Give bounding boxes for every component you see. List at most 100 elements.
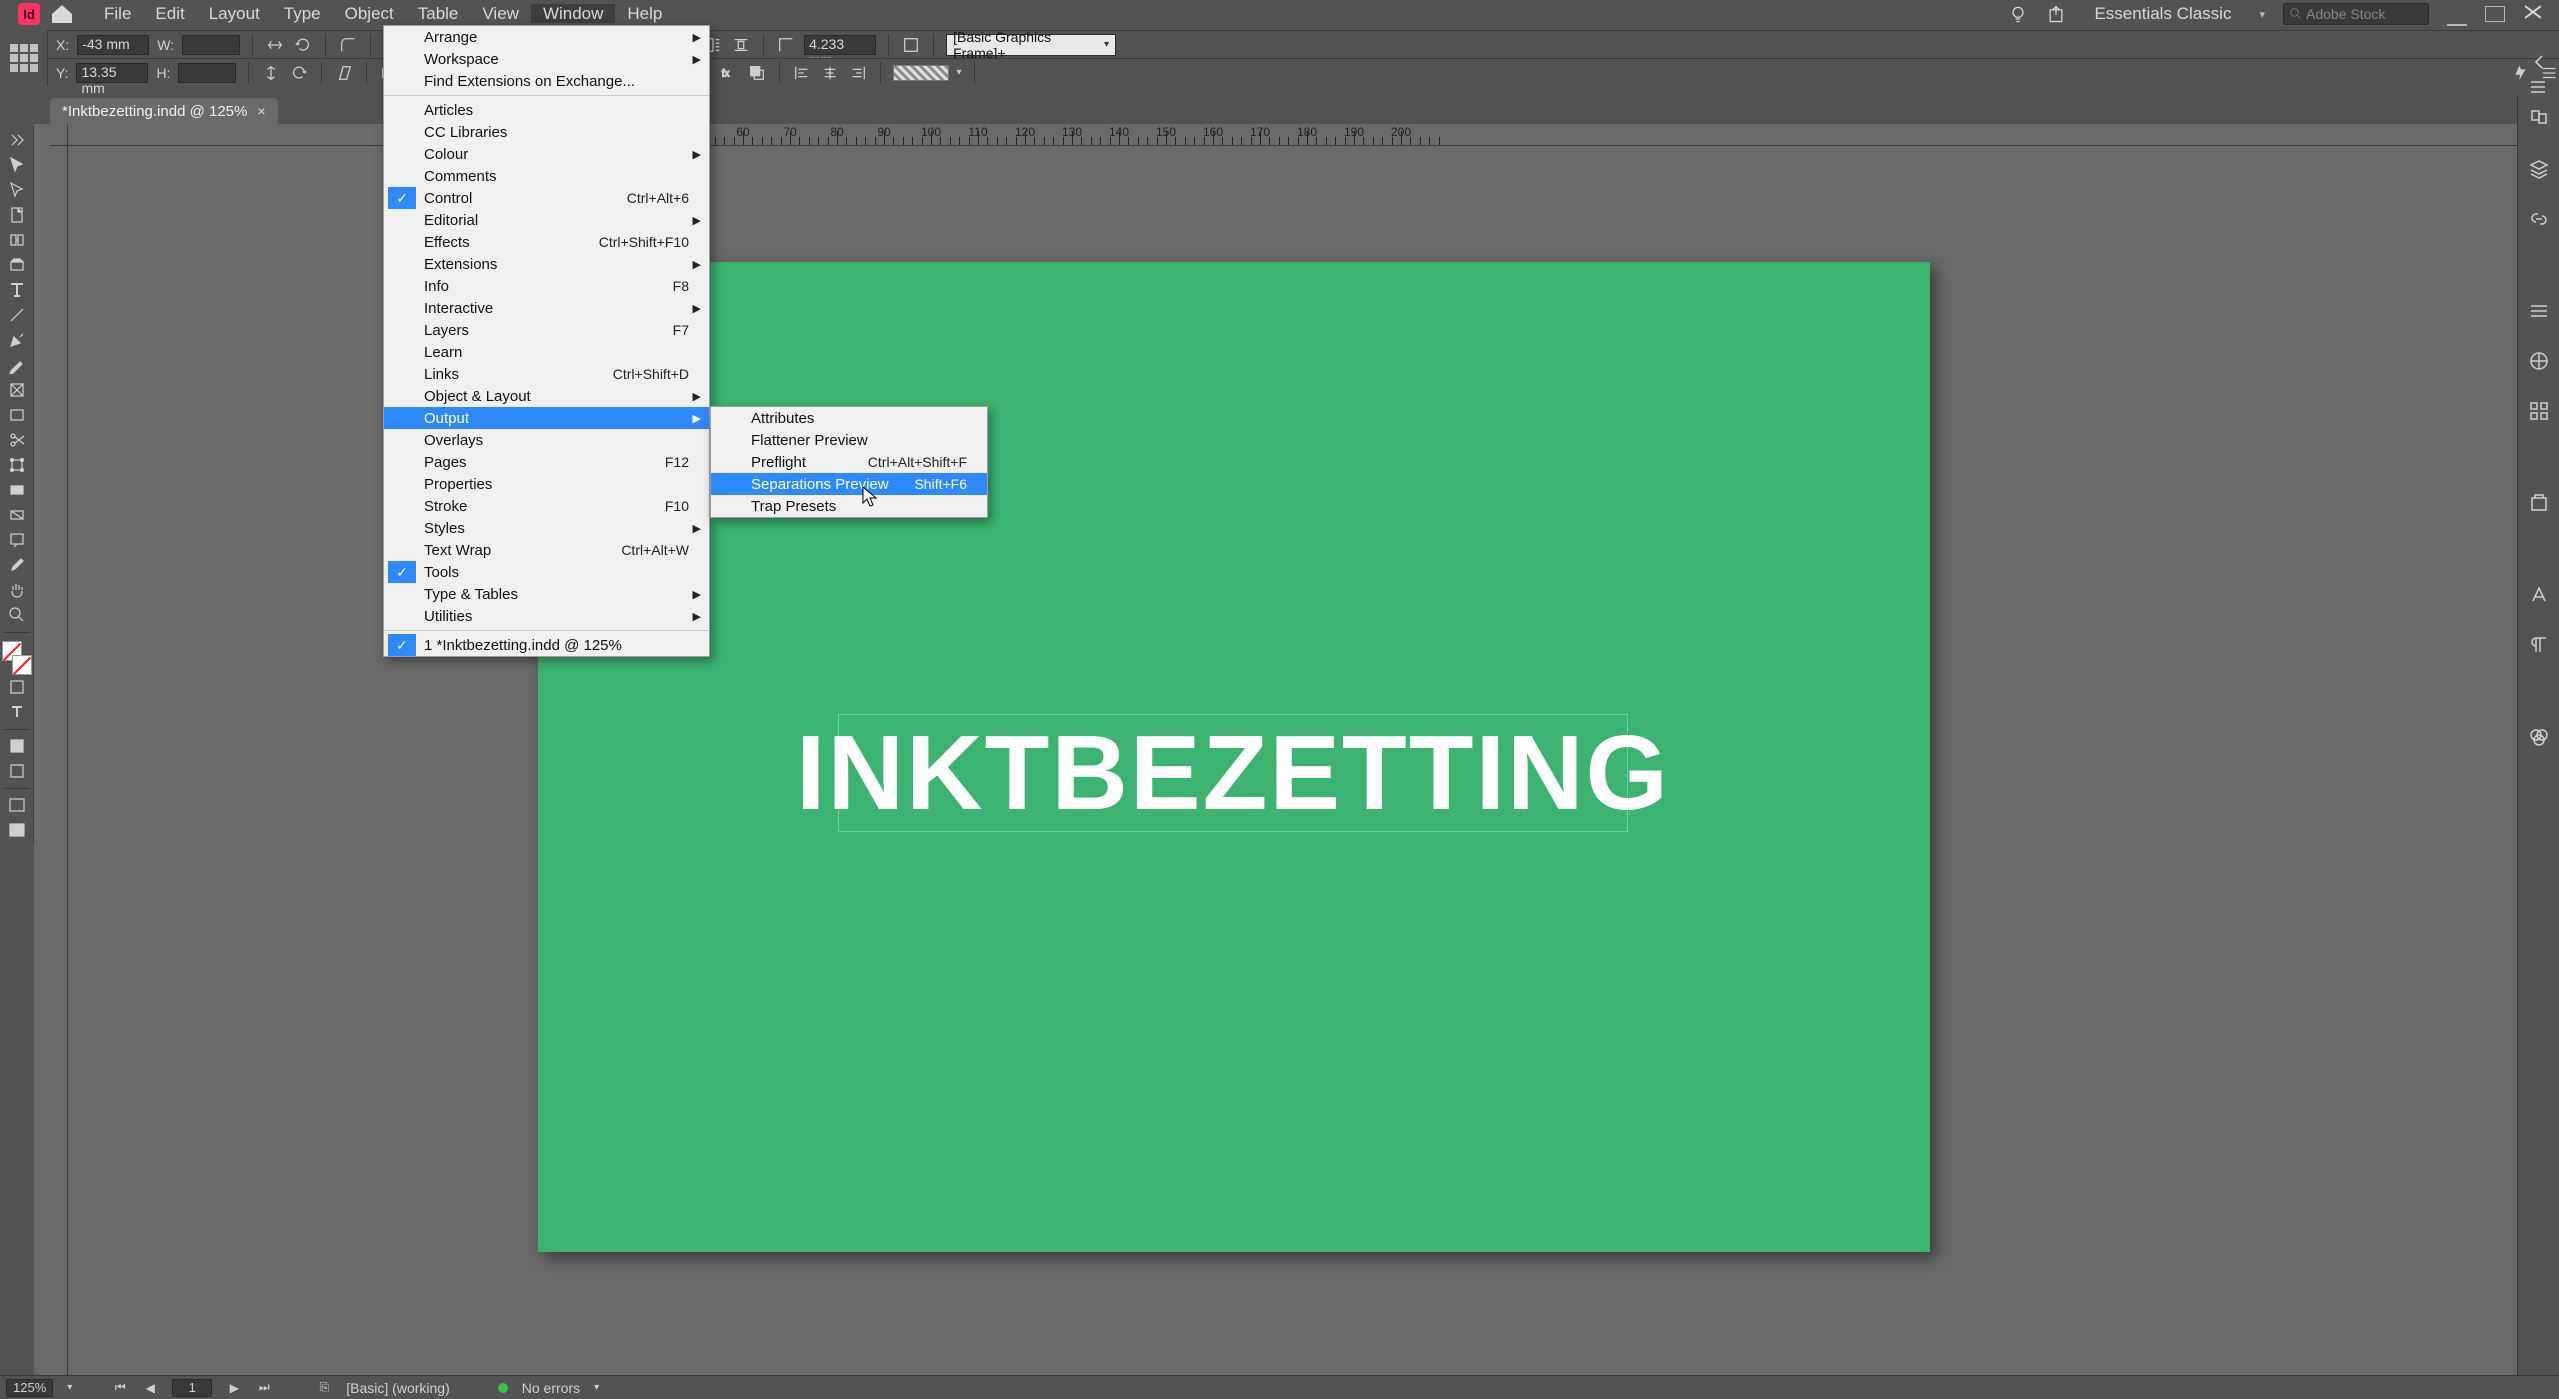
pen-tool[interactable] <box>2 328 32 352</box>
menu-item-output[interactable]: Output▶ <box>384 407 709 429</box>
para-styles-panel-icon[interactable] <box>2526 632 2552 658</box>
chevron-down-icon[interactable]: ▾ <box>957 67 962 78</box>
menu-item-editorial[interactable]: Editorial▶ <box>384 209 709 231</box>
window-maximize-icon[interactable] <box>2485 6 2505 22</box>
zoom-tool[interactable] <box>2 603 32 627</box>
note-tool[interactable] <box>2 528 32 552</box>
y-field[interactable]: 13.35 mm <box>76 63 148 83</box>
vertical-ruler[interactable] <box>50 146 68 1375</box>
menu-item-cc-libraries[interactable]: CC Libraries <box>384 121 709 143</box>
fill-stroke-swatches[interactable] <box>2 641 32 675</box>
menu-item-learn[interactable]: Learn <box>384 341 709 363</box>
menu-item-text-wrap[interactable]: Text WrapCtrl+Alt+W <box>384 539 709 561</box>
menu-item-pages[interactable]: PagesF12 <box>384 451 709 473</box>
colour-panel-icon[interactable] <box>2526 348 2552 374</box>
chevron-down-icon[interactable]: ▾ <box>67 1382 72 1393</box>
menu-item-1-inktbezetting-indd-125-[interactable]: ✓1 *Inktbezetting.indd @ 125% <box>384 634 709 656</box>
gradient-swatch-tool[interactable] <box>2 478 32 502</box>
align-left-icon[interactable] <box>792 64 812 82</box>
menu-item-type-tables[interactable]: Type & Tables▶ <box>384 583 709 605</box>
first-page-icon[interactable]: ⏮ <box>112 1380 128 1396</box>
view-mode-normal-icon[interactable] <box>2 793 32 817</box>
menu-item-styles[interactable]: Styles▶ <box>384 517 709 539</box>
page-number-field[interactable]: 1 <box>172 1379 212 1397</box>
menu-item-layers[interactable]: LayersF7 <box>384 319 709 341</box>
menu-table[interactable]: Table <box>406 4 471 23</box>
stroke-panel-icon[interactable] <box>2526 298 2552 324</box>
align-right-icon[interactable] <box>848 64 868 82</box>
document-tab[interactable]: *Inktbezetting.indd @ 125% × <box>50 98 278 124</box>
text-wrap-icon-2[interactable] <box>731 36 751 54</box>
close-tab-icon[interactable]: × <box>257 103 265 119</box>
x-field[interactable]: -43 mm <box>77 35 149 55</box>
menu-item-colour[interactable]: Colour▶ <box>384 143 709 165</box>
bulb-icon[interactable] <box>2008 4 2028 24</box>
free-transform-tool[interactable] <box>2 453 32 477</box>
menu-item-find-extensions-on-exchange-[interactable]: Find Extensions on Exchange... <box>384 70 709 92</box>
workspace-switcher[interactable]: Essentials Classic <box>2084 4 2241 24</box>
collapse-dock-icon[interactable] <box>2528 52 2548 77</box>
h-field[interactable] <box>178 63 236 83</box>
menu-item-links[interactable]: LinksCtrl+Shift+D <box>384 363 709 385</box>
view-mode-preview-icon[interactable] <box>2 818 32 842</box>
shear-icon[interactable] <box>334 64 354 82</box>
menu-item-arrange[interactable]: Arrange▶ <box>384 26 709 48</box>
selection-tool[interactable] <box>2 153 32 177</box>
format-container-icon[interactable] <box>2 675 32 699</box>
menu-item-overlays[interactable]: Overlays <box>384 429 709 451</box>
direct-selection-tool[interactable] <box>2 178 32 202</box>
align-center-icon[interactable] <box>820 64 840 82</box>
corner-size-field[interactable]: 4.233 mm <box>804 35 876 55</box>
submenu-item-trap-presets[interactable]: Trap Presets <box>711 495 987 517</box>
menu-file[interactable]: File <box>92 4 143 23</box>
swatches-panel-icon[interactable] <box>2526 398 2552 424</box>
menu-window[interactable]: Window <box>531 4 615 23</box>
menu-item-comments[interactable]: Comments <box>384 165 709 187</box>
chevron-down-icon[interactable]: ▾ <box>594 1382 599 1393</box>
menu-view[interactable]: View <box>470 4 531 23</box>
apply-color-icon[interactable] <box>2 734 32 758</box>
w-field[interactable] <box>182 35 240 55</box>
menu-item-articles[interactable]: Articles <box>384 99 709 121</box>
expand-tools-icon[interactable] <box>2 128 32 152</box>
reference-point-grid[interactable] <box>0 30 48 86</box>
format-text-icon[interactable] <box>2 700 32 724</box>
corner-options-icon[interactable] <box>776 36 796 54</box>
menu-help[interactable]: Help <box>615 4 674 23</box>
pencil-tool[interactable] <box>2 353 32 377</box>
content-collector-tool[interactable] <box>2 253 32 277</box>
menu-item-info[interactable]: InfoF8 <box>384 275 709 297</box>
rotate-cw-icon[interactable] <box>289 64 309 82</box>
stock-search[interactable]: Adobe Stock <box>2283 3 2429 25</box>
cc-libraries-panel-icon[interactable] <box>2526 490 2552 516</box>
menu-item-interactive[interactable]: Interactive▶ <box>384 297 709 319</box>
preflight-errors[interactable]: No errors <box>522 1380 580 1396</box>
layers-panel-icon[interactable] <box>2526 156 2552 182</box>
window-minimize-icon[interactable] <box>2447 10 2467 26</box>
preflight-preset[interactable]: [Basic] (working) <box>346 1380 449 1396</box>
line-tool[interactable] <box>2 303 32 327</box>
zoom-field[interactable]: 125% <box>6 1379 53 1397</box>
window-close-icon[interactable] <box>2523 4 2543 25</box>
menu-layout[interactable]: Layout <box>197 4 272 23</box>
text-frame[interactable]: INKTBEZETTING <box>838 714 1628 832</box>
submenu-item-flattener-preview[interactable]: Flattener Preview <box>711 429 987 451</box>
rotate-ccw-icon[interactable] <box>293 36 313 54</box>
ruler-origin[interactable] <box>50 124 68 146</box>
menu-edit[interactable]: Edit <box>143 4 196 23</box>
submenu-item-preflight[interactable]: PreflightCtrl+Alt+Shift+F <box>711 451 987 473</box>
menu-item-object-layout[interactable]: Object & Layout▶ <box>384 385 709 407</box>
flip-h-icon[interactable] <box>265 36 285 54</box>
separations-panel-icon[interactable] <box>2526 724 2552 750</box>
char-styles-panel-icon[interactable] <box>2526 582 2552 608</box>
menu-item-utilities[interactable]: Utilities▶ <box>384 605 709 627</box>
menu-item-properties[interactable]: Properties <box>384 473 709 495</box>
object-style-dropdown[interactable]: [Basic Graphics Frame]+ ▾ <box>946 34 1116 56</box>
drop-shadow-icon[interactable] <box>747 64 767 82</box>
next-page-icon[interactable]: ▶ <box>226 1380 242 1396</box>
share-icon[interactable] <box>2046 4 2066 24</box>
flip-v-icon[interactable] <box>261 64 281 82</box>
menu-object[interactable]: Object <box>333 4 406 23</box>
menu-item-tools[interactable]: ✓Tools <box>384 561 709 583</box>
prev-page-icon[interactable]: ◀ <box>142 1380 158 1396</box>
